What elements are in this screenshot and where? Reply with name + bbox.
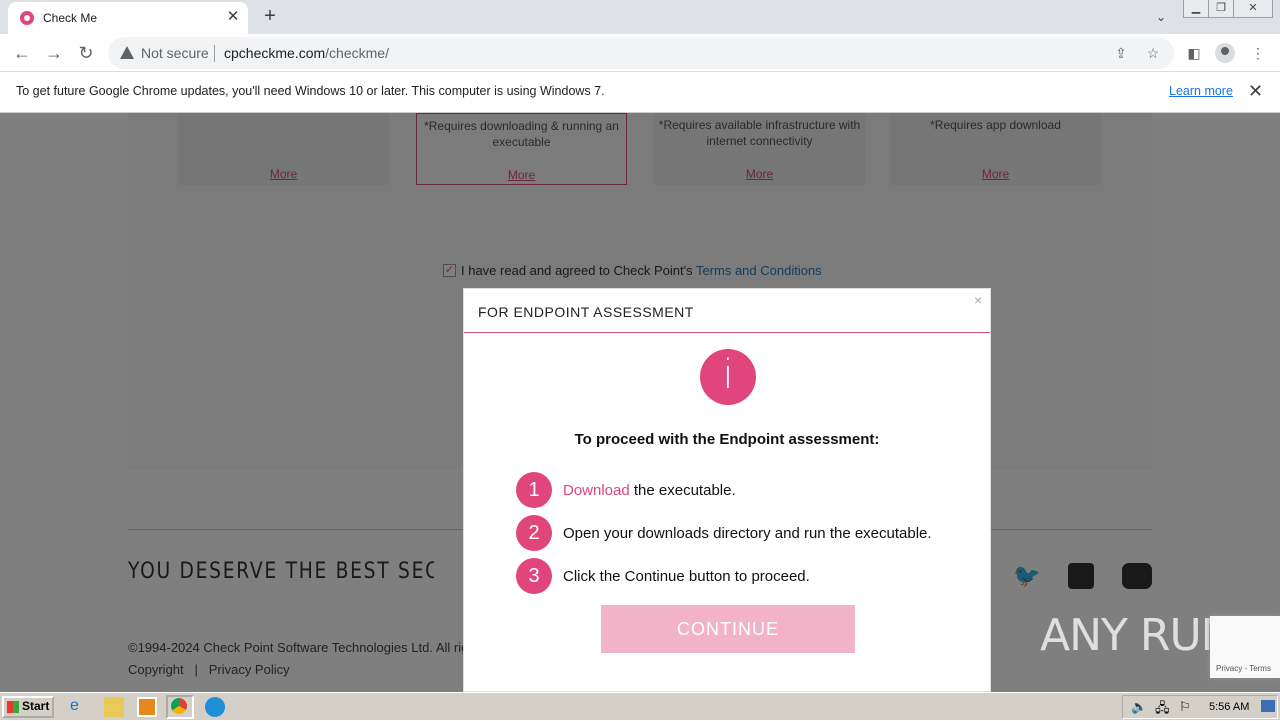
window-close-button[interactable]: ✕ — [1233, 0, 1273, 18]
tab-search-chevron-icon[interactable]: ⌄ — [1152, 8, 1170, 26]
step-1-text: Download the executable. — [563, 482, 736, 499]
url-host: cpcheckme.com — [224, 45, 326, 61]
tab-strip: Check Me ✕ + ⌄ ▁ ❐ ✕ — [0, 0, 1280, 34]
modal-title: FOR ENDPOINT ASSESSMENT — [478, 304, 694, 320]
warning-icon — [120, 46, 134, 59]
new-tab-button[interactable]: + — [260, 6, 280, 26]
forward-icon[interactable]: → — [43, 42, 65, 64]
infobar-close-icon[interactable]: ✕ — [1248, 81, 1263, 102]
clock[interactable]: 5:56 AM — [1209, 701, 1249, 713]
network-icon[interactable]: 🖧 — [1155, 699, 1170, 721]
step-number-2: 2 — [516, 515, 552, 551]
start-label: Start — [22, 699, 50, 713]
start-button[interactable]: Start — [2, 696, 54, 718]
not-secure-label[interactable]: Not secure — [141, 45, 209, 61]
step-number-1: 1 — [516, 472, 552, 508]
reload-icon[interactable]: ↻ — [75, 42, 97, 64]
step-2-text: Open your downloads directory and run th… — [563, 525, 932, 542]
recaptcha-links[interactable]: Privacy - Terms — [1216, 664, 1271, 673]
profile-avatar-icon[interactable] — [1215, 43, 1235, 63]
continue-button[interactable]: CONTINUE — [601, 605, 855, 653]
edge-icon[interactable] — [205, 697, 225, 717]
step-1-rest: the executable. — [629, 482, 736, 499]
address-bar[interactable]: Not secure cpcheckme.com/checkme/ ⇪ ☆ — [108, 37, 1174, 69]
modal-close-icon[interactable]: × — [974, 292, 982, 308]
chrome-taskbar-icon[interactable] — [166, 695, 194, 719]
action-center-flag-icon[interactable]: ⚐ — [1179, 699, 1191, 715]
minimize-button[interactable]: ▁ — [1183, 0, 1209, 18]
windows-taskbar: Start e 🔈 🖧 ⚐ 5:56 AM — [0, 692, 1280, 720]
site-favicon-icon — [20, 11, 34, 25]
learn-more-link[interactable]: Learn more — [1169, 84, 1233, 98]
tab-title: Check Me — [43, 11, 98, 25]
restore-button[interactable]: ❐ — [1208, 0, 1234, 18]
tab-close-icon[interactable]: ✕ — [224, 8, 242, 26]
share-icon[interactable]: ⇪ — [1112, 44, 1130, 62]
tab-check-me[interactable]: Check Me ✕ — [8, 2, 248, 34]
infobar-message: To get future Google Chrome updates, you… — [16, 84, 605, 98]
explorer-folder-icon[interactable] — [104, 697, 124, 717]
step-3-text: Click the Continue button to proceed. — [563, 568, 810, 585]
show-desktop-icon[interactable] — [1261, 700, 1275, 712]
system-tray: 🔈 🖧 ⚐ 5:56 AM — [1122, 695, 1278, 719]
side-panel-icon[interactable]: ◧ — [1183, 42, 1205, 64]
endpoint-assessment-modal: FOR ENDPOINT ASSESSMENT × i To proceed w… — [463, 288, 991, 692]
url-text[interactable]: cpcheckme.com/checkme/ — [224, 45, 389, 61]
windows-logo-icon — [7, 701, 19, 713]
anyrun-watermark: ANY RUN — [1040, 610, 1234, 661]
back-icon[interactable]: ← — [11, 42, 33, 64]
modal-divider — [464, 332, 990, 333]
recaptcha-badge[interactable]: Privacy - Terms — [1210, 616, 1280, 678]
chrome-logo-icon — [171, 698, 187, 714]
browser-toolbar: ← → ↻ Not secure cpcheckme.com/checkme/ … — [0, 34, 1280, 72]
update-infobar: To get future Google Chrome updates, you… — [0, 72, 1280, 113]
info-icon: i — [700, 349, 756, 405]
download-link[interactable]: Download — [563, 482, 630, 499]
step-number-3: 3 — [516, 558, 552, 594]
omnibox-divider — [214, 45, 215, 62]
modal-heading: To proceed with the Endpoint assessment: — [574, 431, 880, 448]
url-path: /checkme/ — [325, 45, 389, 61]
bookmark-star-icon[interactable]: ☆ — [1144, 44, 1162, 62]
ie-icon[interactable]: e — [70, 697, 90, 717]
menu-kebab-icon[interactable]: ⋮ — [1247, 42, 1269, 64]
media-player-icon[interactable] — [137, 697, 157, 717]
volume-icon[interactable]: 🔈 — [1131, 699, 1147, 715]
